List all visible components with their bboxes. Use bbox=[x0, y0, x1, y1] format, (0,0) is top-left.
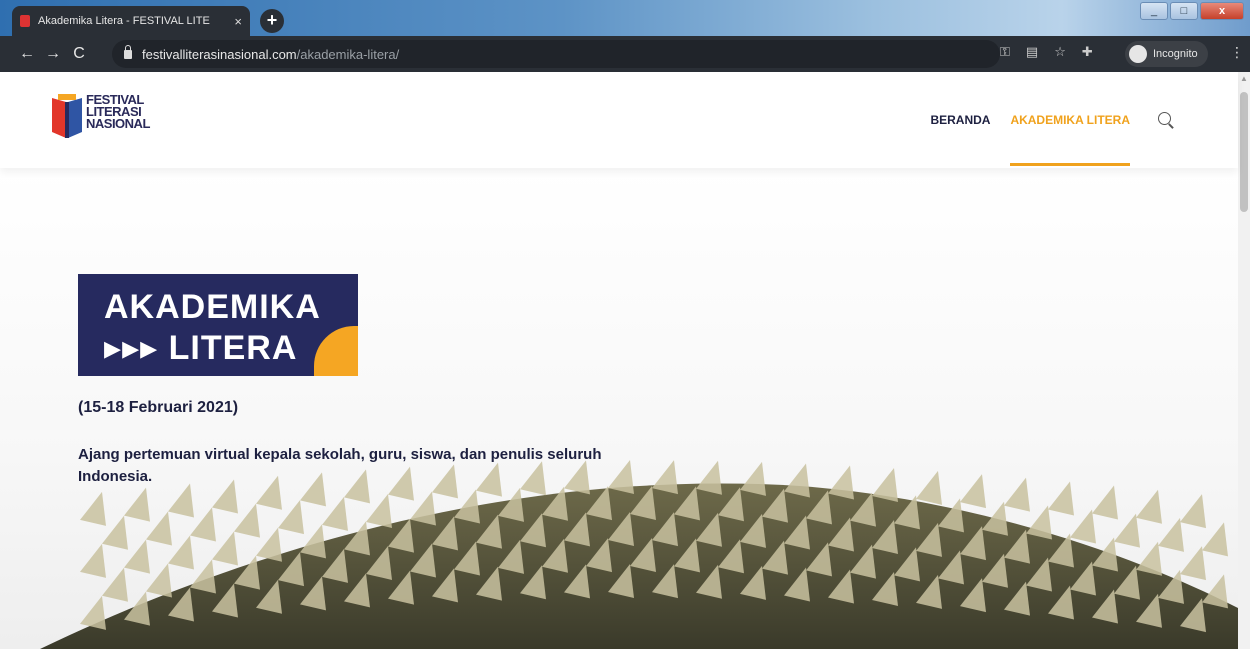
menu-kebab-icon[interactable]: ⋮ bbox=[1230, 44, 1244, 61]
minimize-button[interactable]: _ bbox=[1140, 2, 1168, 20]
reload-button[interactable]: C bbox=[66, 45, 92, 63]
page-scrollbar[interactable]: ▲ bbox=[1238, 72, 1250, 649]
nav-item-beranda[interactable]: BERANDA bbox=[930, 72, 990, 168]
badge-title-line2: ▸▸▸ LITERA bbox=[104, 329, 298, 367]
window-titlebar: Akademika Litera - FESTIVAL LITE × + _ □… bbox=[0, 0, 1250, 36]
address-bar[interactable]: festivalliterasinasional.com/akademika-l… bbox=[112, 40, 1000, 68]
browser-toolbar: ← → C festivalliterasinasional.com/akade… bbox=[0, 36, 1250, 72]
star-icon[interactable]: ☆ bbox=[1054, 44, 1066, 60]
url-host: festivalliterasinasional.com bbox=[142, 46, 297, 62]
hero-section: AKADEMIKA ▸▸▸ LITERA (15-18 Februari 202… bbox=[0, 168, 1238, 649]
url-text: festivalliterasinasional.com/akademika-l… bbox=[142, 47, 399, 62]
akademika-litera-badge: AKADEMIKA ▸▸▸ LITERA bbox=[78, 274, 358, 376]
site-logo[interactable]: FESTIVAL LITERASI NASIONAL bbox=[48, 86, 150, 156]
tab-title: Akademika Litera - FESTIVAL LITE bbox=[38, 15, 210, 27]
key-icon[interactable]: ⚿ bbox=[1000, 44, 1010, 60]
event-date: (15-18 Februari 2021) bbox=[78, 399, 239, 416]
logo-line: NASIONAL bbox=[86, 116, 150, 131]
close-window-button[interactable]: x bbox=[1200, 2, 1244, 20]
badge-title-line1: AKADEMIKA bbox=[104, 288, 321, 326]
forward-button[interactable]: → bbox=[40, 45, 66, 63]
event-description: Ajang pertemuan virtual kepala sekolah, … bbox=[78, 446, 602, 485]
badge-accent-shape bbox=[314, 326, 358, 376]
nav-item-akademika-litera[interactable]: AKADEMIKA LITERA bbox=[1010, 72, 1130, 168]
translate-icon[interactable]: ▤ bbox=[1026, 44, 1038, 60]
new-tab-button[interactable]: + bbox=[260, 9, 284, 33]
book-logo-icon bbox=[52, 94, 82, 138]
logo-text: FESTIVAL LITERASI NASIONAL bbox=[86, 93, 150, 131]
lock-icon bbox=[124, 44, 132, 59]
back-button[interactable]: ← bbox=[14, 45, 40, 63]
search-icon[interactable] bbox=[1158, 112, 1174, 128]
incognito-indicator[interactable]: Incognito bbox=[1125, 41, 1208, 67]
site-favicon-icon bbox=[20, 15, 30, 27]
tab-close-icon[interactable]: × bbox=[234, 14, 242, 29]
scrollbar-thumb[interactable] bbox=[1240, 92, 1248, 212]
window-controls: _ □ x bbox=[1140, 2, 1244, 20]
incognito-icon bbox=[1129, 45, 1147, 63]
extensions-icon[interactable]: ✚ bbox=[1082, 44, 1093, 60]
browser-tab[interactable]: Akademika Litera - FESTIVAL LITE × bbox=[12, 6, 250, 36]
scroll-up-icon[interactable]: ▲ bbox=[1240, 74, 1248, 83]
url-path: /akademika-litera/ bbox=[296, 46, 400, 62]
toolbar-icons: ⚿ ▤ ☆ ✚ bbox=[1000, 44, 1093, 60]
site-header: FESTIVAL LITERASI NASIONAL BERANDA AKADE… bbox=[0, 72, 1238, 168]
maximize-button[interactable]: □ bbox=[1170, 2, 1198, 20]
main-nav: BERANDA AKADEMIKA LITERA bbox=[910, 72, 1174, 168]
incognito-label: Incognito bbox=[1153, 48, 1198, 60]
